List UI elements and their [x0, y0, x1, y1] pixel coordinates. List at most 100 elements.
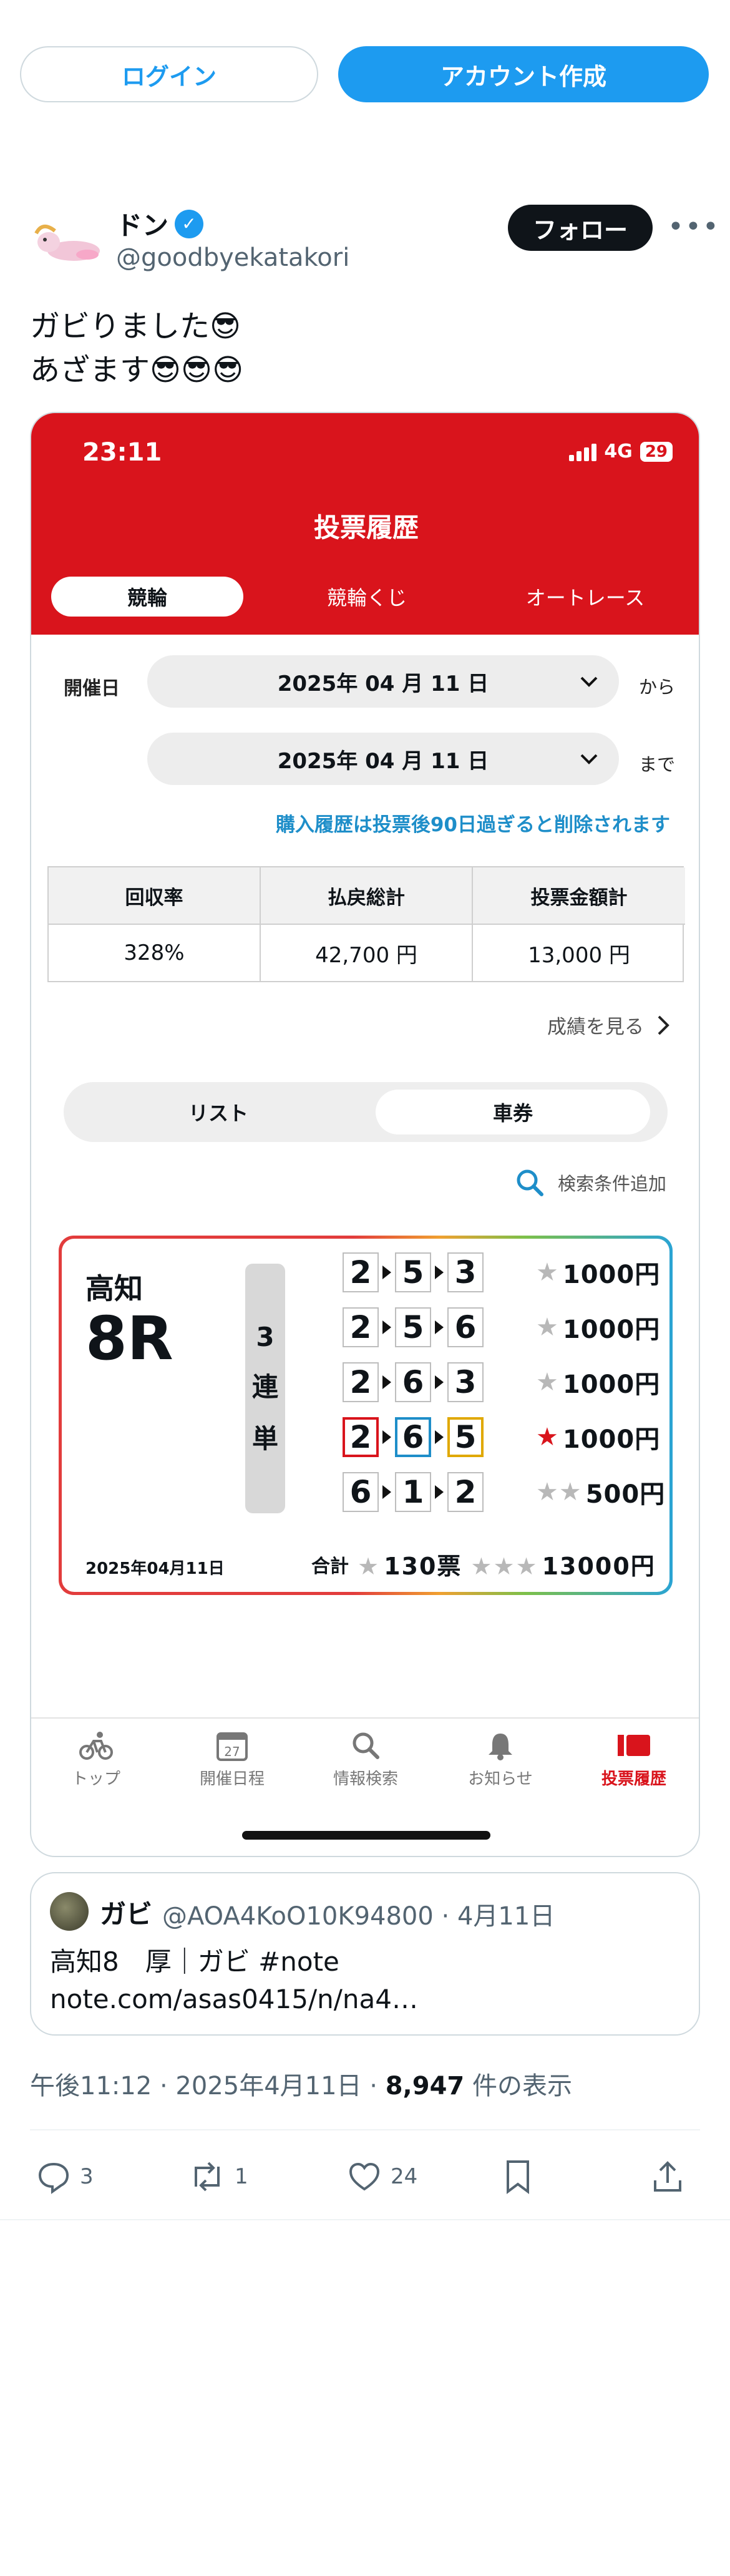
car-number: 5	[395, 1307, 431, 1347]
summary-value: 13,000 円	[528, 942, 630, 968]
author-name[interactable]: ドン ✓	[116, 205, 204, 243]
history-icon	[618, 1735, 650, 1756]
chevron-right-icon	[658, 1015, 669, 1035]
amount-value: 1000円	[562, 1315, 661, 1344]
bookmark-button[interactable]	[503, 2159, 533, 2194]
summary-header: 投票金額計	[473, 867, 685, 925]
repost-button[interactable]: 1	[188, 2159, 248, 2194]
search-add-label: 検索条件追加	[557, 1173, 666, 1194]
bookmark-icon	[507, 2160, 529, 2194]
share-button[interactable]	[651, 2159, 684, 2194]
bet-type-char: 単	[251, 1423, 278, 1454]
ticket-bet-type: 3 連 単	[245, 1264, 285, 1513]
tabbar-item-search[interactable]: 情報検索	[303, 1730, 428, 1789]
tabbar-item-history[interactable]: 投票履歴	[572, 1730, 696, 1789]
quoted-tweet[interactable]: ガビ @AOA4KoO10K94800 · 4月11日 高知8 厚｜ガビ #no…	[30, 1872, 700, 2036]
ticket-date: 2025年04月11日	[85, 1559, 225, 1578]
summary-table: 回収率 328% 払戻総計 42,700 円 投票金額計 13,000 円	[47, 866, 685, 982]
reply-count: 3	[80, 2164, 94, 2189]
amount-value: 1000円	[562, 1425, 661, 1454]
total-label: 合計	[311, 1555, 349, 1578]
heart-icon	[349, 2162, 380, 2191]
tweet-line-1: ガビりました😎	[30, 309, 241, 344]
deletion-notice: 購入履歴は投票後90日過ぎると削除されます	[275, 814, 670, 836]
tab-keirin[interactable]: 競輪	[51, 577, 243, 617]
author-handle[interactable]: @goodbyekatakori	[116, 243, 349, 272]
amount-value: 500円	[585, 1480, 666, 1509]
tab-autorace[interactable]: オートレース	[489, 577, 681, 617]
date-to-select[interactable]: 2025年 04 月 11 日	[147, 733, 619, 785]
car-number: 2	[343, 1362, 379, 1402]
author-avatar[interactable]	[30, 215, 104, 271]
search-icon	[353, 1732, 379, 1759]
tabbar-label: お知らせ	[468, 1770, 533, 1788]
summary-header: 回収率	[49, 867, 260, 925]
bet-ticket[interactable]: 高知 8R 3 連 単 2 5 3 ★ 1000円 2 5 6 ★ 1000円 2 …	[59, 1236, 673, 1595]
create-account-button[interactable]: アカウント作成	[338, 46, 709, 102]
tabbar-item-top[interactable]: トップ	[34, 1730, 158, 1789]
like-count: 24	[391, 2164, 418, 2189]
toggle-list[interactable]: リスト	[81, 1090, 356, 1134]
top-bar: ログイン アカウント作成	[0, 0, 730, 137]
app-tab-bar: トップ 27 開催日程 情報検索 お知らせ 投票履歴	[31, 1717, 699, 1798]
like-button[interactable]: 24	[347, 2159, 417, 2194]
car-number: 6	[447, 1307, 484, 1347]
search-add-button[interactable]: 検索条件追加	[514, 1167, 666, 1198]
reply-icon	[38, 2162, 69, 2194]
attached-screenshot[interactable]: 23:11 4G 29 投票履歴 競輪 競輪くじ オートレース 開催日 2025…	[30, 412, 700, 1857]
app-title: 投票履歴	[313, 512, 419, 543]
ticket-venue: 高知	[85, 1272, 143, 1305]
app-header: 23:11 4G 29 投票履歴 競輪 競輪くじ オートレース	[31, 413, 699, 635]
follow-button[interactable]: フォロー	[508, 205, 653, 251]
arrow-right-icon	[382, 1430, 391, 1444]
tweet-line-2: あざます😎😎😎	[30, 353, 244, 388]
arrow-right-icon	[435, 1375, 444, 1389]
tweet-timestamp[interactable]: 午後11:12 · 2025年4月11日 ·	[30, 2072, 386, 2100]
date-to-suffix: まで	[639, 754, 676, 775]
view-toggle: リスト 車券	[64, 1082, 668, 1142]
more-options-icon[interactable]: •••	[668, 208, 719, 246]
tweet-header: ドン ✓ @goodbyekatakori フォロー •••	[0, 200, 730, 287]
tab-keirin-kuji[interactable]: 競輪くじ	[271, 577, 463, 617]
toggle-ticket[interactable]: 車券	[376, 1090, 650, 1134]
ticket-total: 合計 ★ 130票 ★★★ 13000円	[311, 1547, 656, 1581]
share-icon	[654, 2161, 681, 2192]
battery-icon: 29	[640, 441, 673, 462]
calendar-icon: 27	[217, 1732, 248, 1761]
tabbar-label: 開催日程	[199, 1770, 265, 1788]
tabbar-item-notice[interactable]: お知らせ	[438, 1730, 563, 1789]
chevron-down-icon	[580, 676, 598, 687]
total-tickets: ★ 130票	[358, 1547, 462, 1581]
total-tickets-value: 130票	[384, 1553, 462, 1580]
reply-button[interactable]: 3	[36, 2159, 94, 2194]
login-button[interactable]: ログイン	[20, 46, 318, 102]
search-icon	[517, 1169, 543, 1196]
results-link[interactable]: 成績を見る	[547, 1011, 670, 1039]
tweet-actions: 3 1 24	[30, 2147, 700, 2209]
status-time: 23:11	[82, 438, 162, 467]
quoted-avatar	[50, 1892, 89, 1931]
signal-icon	[569, 442, 597, 461]
bet-type-char: 連	[251, 1371, 278, 1402]
author-name-text[interactable]: ドン	[116, 205, 168, 243]
bicycle-icon	[79, 1732, 113, 1760]
date-from-select[interactable]: 2025年 04 月 11 日	[147, 655, 619, 708]
bell-icon	[489, 1734, 512, 1760]
arrow-right-icon	[435, 1266, 444, 1279]
summary-col-payout: 払戻総計 42,700 円	[261, 867, 473, 981]
tabbar-label: トップ	[71, 1770, 120, 1788]
ticket-row: 2 6 3	[343, 1360, 484, 1405]
date-label: 開催日	[64, 678, 120, 700]
star-rating-icon: ★	[536, 1313, 559, 1342]
tabbar-item-schedule[interactable]: 27 開催日程	[170, 1730, 294, 1789]
car-number: 6	[395, 1362, 431, 1402]
repost-icon	[195, 2162, 220, 2192]
arrow-right-icon	[435, 1430, 444, 1444]
tabbar-label: 情報検索	[333, 1770, 398, 1788]
car-number: 5	[395, 1252, 431, 1292]
date-to-value: 2025年 04 月 11 日	[277, 748, 489, 774]
star-icon: ★★★	[470, 1553, 538, 1580]
star-rating-icon: ★	[536, 1368, 559, 1397]
quoted-meta: @AOA4KoO10K94800 · 4月11日	[162, 1902, 555, 1931]
arrow-right-icon	[382, 1266, 391, 1279]
